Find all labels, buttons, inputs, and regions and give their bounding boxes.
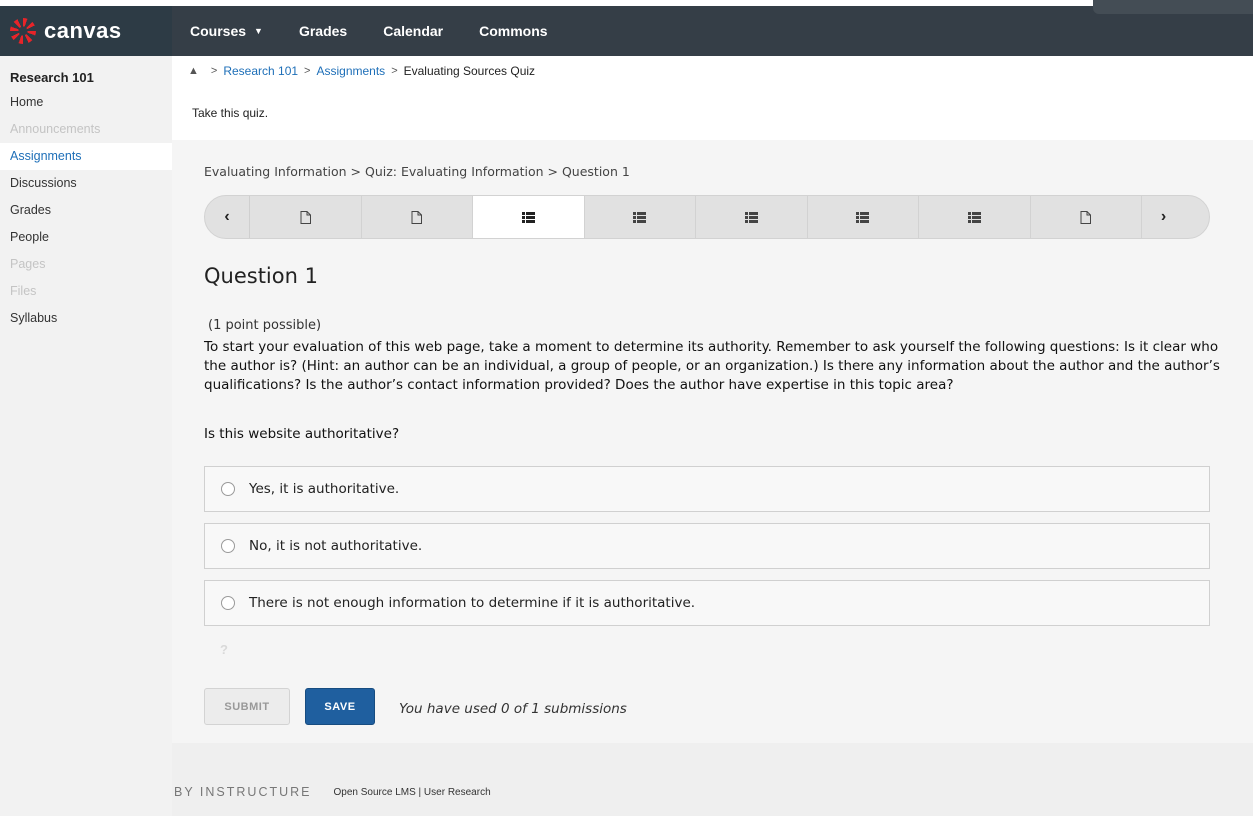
answer-option[interactable]: Yes, it is authoritative. — [204, 466, 1210, 512]
course-nav: Research 101 Home Announcements Assignme… — [0, 56, 172, 816]
answer-option[interactable]: There is not enough information to deter… — [204, 580, 1210, 626]
canvas-logo-icon — [10, 18, 36, 44]
home-icon[interactable]: ▲ — [188, 65, 199, 77]
chevron-right-icon: > — [304, 65, 311, 77]
breadcrumb-current: Evaluating Sources Quiz — [403, 64, 536, 78]
breadcrumb-assignments[interactable]: Assignments — [316, 64, 385, 78]
course-title[interactable]: Research 101 — [0, 66, 172, 89]
footer: BY INSTRUCTURE Open Source LMS | User Re… — [174, 785, 491, 799]
question-ask: Is this website authoritative? — [204, 426, 400, 442]
canvas-logo[interactable]: canvas — [0, 6, 172, 56]
global-nav: Courses ▼ Grades Calendar Commons — [190, 6, 584, 56]
list-icon — [967, 211, 981, 223]
nav-slot-2[interactable] — [360, 196, 473, 238]
sidebar-item-announcements: Announcements — [10, 122, 101, 136]
list-icon — [744, 211, 758, 223]
nav-slot-5[interactable] — [695, 196, 807, 238]
answer-option[interactable]: No, it is not authoritative. — [204, 523, 1210, 569]
nav-slot-6[interactable] — [806, 196, 919, 238]
chevron-right-icon: › — [1160, 208, 1167, 225]
radio-button[interactable] — [221, 596, 235, 610]
global-header: canvas Courses ▼ Grades Calendar Commons — [0, 0, 1253, 56]
sidebar-item-people[interactable]: People — [0, 224, 172, 251]
top-right-strip — [1093, 0, 1253, 14]
question-navigator: ‹ › — [204, 195, 1210, 239]
nav-slot-8[interactable] — [1029, 196, 1142, 238]
help-icon[interactable]: ? — [220, 642, 228, 657]
sidebar-item-pages: Pages — [10, 257, 46, 271]
points-possible: (1 point possible) — [208, 318, 322, 333]
next-question-button[interactable]: › — [1141, 196, 1185, 238]
caret-down-icon: ▼ — [254, 26, 263, 36]
page-icon — [411, 210, 423, 224]
list-icon — [521, 211, 535, 223]
quiz-panel: Evaluating Information > Quiz: Evaluatin… — [172, 140, 1253, 743]
chevron-left-icon: ‹ — [224, 208, 230, 225]
nav-commons[interactable]: Commons — [479, 23, 547, 39]
nav-slot-7[interactable] — [918, 196, 1030, 238]
question-prompt: To start your evaluation of this web pag… — [204, 339, 1220, 393]
assignment-description: Take this quiz. — [192, 106, 269, 120]
submissions-status: You have used 0 of 1 submissions — [399, 701, 627, 717]
page-icon — [1080, 210, 1092, 224]
nav-slot-4[interactable] — [583, 196, 696, 238]
footer-links[interactable]: Open Source LMS | User Research — [334, 787, 491, 798]
previous-question-button[interactable]: ‹ — [205, 196, 249, 238]
answer-label: There is not enough information to deter… — [249, 595, 696, 611]
breadcrumb-course[interactable]: Research 101 — [223, 64, 298, 78]
page-icon — [300, 210, 311, 224]
answer-label: No, it is not authoritative. — [249, 538, 423, 554]
list-icon — [856, 211, 870, 223]
nav-courses-label: Courses — [190, 23, 247, 39]
nav-courses[interactable]: Courses ▼ — [190, 23, 263, 39]
sidebar-item-files: Files — [10, 284, 37, 298]
global-nav-bar: canvas Courses ▼ Grades Calendar Commons — [0, 6, 1253, 56]
unit-breadcrumb: Evaluating Information > Quiz: Evaluatin… — [204, 164, 630, 179]
instructure-brand[interactable]: BY INSTRUCTURE — [174, 785, 312, 799]
sidebar-item-syllabus[interactable]: Syllabus — [0, 305, 172, 332]
nav-slot-3[interactable] — [472, 196, 584, 238]
radio-button[interactable] — [221, 482, 235, 496]
answer-label: Yes, it is authoritative. — [249, 481, 400, 497]
nav-calendar[interactable]: Calendar — [383, 23, 443, 39]
sidebar-item-discussions[interactable]: Discussions — [0, 170, 172, 197]
list-icon — [633, 211, 647, 223]
canvas-logo-text: canvas — [44, 18, 122, 43]
radio-button[interactable] — [221, 539, 235, 553]
question-title: Question 1 — [204, 264, 318, 288]
submit-button[interactable]: SUBMIT — [204, 688, 290, 725]
chevron-right-icon: > — [210, 65, 218, 77]
sidebar-item-grades[interactable]: Grades — [0, 197, 172, 224]
sidebar-item-assignments[interactable]: Assignments — [0, 143, 172, 170]
save-button[interactable]: SAVE — [305, 688, 375, 725]
breadcrumb: ▲ > Research 101 > Assignments > Evaluat… — [188, 64, 535, 78]
nav-slot-1[interactable] — [249, 196, 361, 238]
nav-grades[interactable]: Grades — [299, 23, 347, 39]
chevron-right-icon: > — [391, 65, 398, 77]
breadcrumb-area: ▲ > Research 101 > Assignments > Evaluat… — [172, 56, 1253, 140]
sidebar-item-home[interactable]: Home — [0, 89, 172, 116]
